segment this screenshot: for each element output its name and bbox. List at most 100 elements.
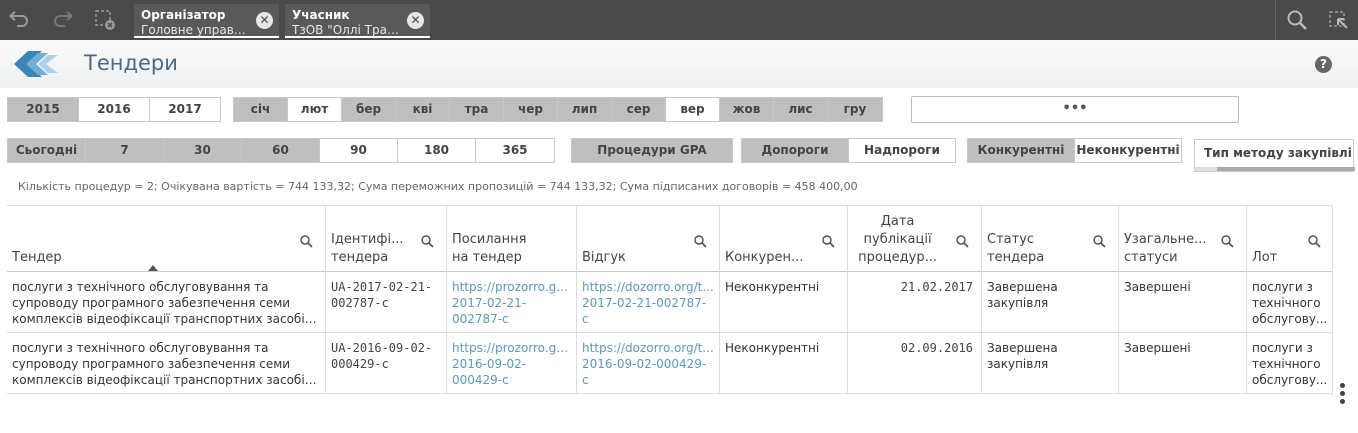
more-options-icon[interactable] <box>1340 383 1346 407</box>
search-icon[interactable] <box>1284 8 1310 32</box>
above-threshold-button[interactable]: Надпороги <box>848 138 956 163</box>
non-competitive-button[interactable]: Неконкурентні <box>1074 138 1182 163</box>
cell-publish-date[interactable]: 21.02.2017 <box>848 272 982 332</box>
month-jan-button[interactable]: січ <box>233 97 288 122</box>
clear-selection-icon[interactable]: ✕ <box>407 12 424 29</box>
below-threshold-button[interactable]: Допороги <box>741 138 849 163</box>
clear-selection-icon[interactable]: ✕ <box>256 12 273 29</box>
app-logo <box>12 47 60 81</box>
header-label: Лот <box>1252 250 1278 265</box>
cell-competitive[interactable]: Неконкурентні <box>720 272 848 332</box>
search-icon[interactable] <box>1220 234 1234 248</box>
period-180-button[interactable]: 180 <box>397 138 476 163</box>
cell-general-status[interactable]: Завершені <box>1119 333 1247 393</box>
help-icon[interactable]: ? <box>1315 56 1332 73</box>
cell-tender-link[interactable]: https://prozorro.go... 2016-09-02- 000429-… <box>447 333 577 393</box>
column-header-tender-status[interactable]: Статус тендера <box>982 206 1119 272</box>
month-filter: січ лют бер кві тра чер лип сер вер жов … <box>233 97 883 122</box>
cell-lot[interactable]: послуги з технічного обслугову... <box>1247 333 1333 393</box>
selection-chip-organizer[interactable]: Організатор Головне управлін... ✕ <box>134 4 279 38</box>
year-2016-button[interactable]: 2016 <box>78 97 150 122</box>
cell-tender-status[interactable]: Завершена закупівля <box>982 272 1119 332</box>
header-label: Конкурен... <box>725 250 804 265</box>
toolbar-divider <box>1275 0 1276 40</box>
procurement-method-label: Тип методу закупівлі <box>1204 146 1352 160</box>
cell-tender-link[interactable]: https://prozorro.go... 2017-02-21- 002787-… <box>447 272 577 332</box>
month-jun-button[interactable]: чер <box>503 97 558 122</box>
search-icon[interactable] <box>299 234 313 248</box>
search-field-button[interactable]: ••• <box>911 96 1239 123</box>
selection-chip-participant[interactable]: Учасник ТзОВ "Оллі Транс" ✕ <box>285 4 430 38</box>
competitive-button[interactable]: Конкурентні <box>967 138 1075 163</box>
cell-tender-status[interactable]: Завершена закупівля <box>982 333 1119 393</box>
table-header: Тендер Ідентифі... тендера Посилання на те… <box>7 205 1333 272</box>
step-back-icon[interactable] <box>6 8 32 32</box>
month-jul-button[interactable]: лип <box>557 97 612 122</box>
clear-all-selections-icon[interactable] <box>93 8 119 32</box>
table-row[interactable]: послуги з технічного обслуговування та су… <box>7 272 1333 333</box>
procurement-method-filter[interactable]: Тип методу закупівлі <box>1194 139 1355 172</box>
sheet-header: Тендери ? <box>0 40 1358 88</box>
column-header-publish-date[interactable]: Дата публікації процедур... <box>848 206 982 272</box>
month-dec-button[interactable]: гру <box>827 97 883 122</box>
period-90-button[interactable]: 90 <box>319 138 398 163</box>
cell-competitive[interactable]: Неконкурентні <box>720 333 848 393</box>
column-header-tender-id[interactable]: Ідентифі... тендера <box>326 206 447 272</box>
selection-field: Організатор <box>141 8 226 22</box>
year-2017-button[interactable]: 2017 <box>149 97 221 122</box>
column-header-review[interactable]: Відгук <box>577 206 720 272</box>
period-60-button[interactable]: 60 <box>241 138 320 163</box>
header-label: тендера <box>987 250 1045 265</box>
cell-tender-id[interactable]: UA-2017-02-21- 002787-c <box>326 272 447 332</box>
selection-value: Головне управлін... <box>141 23 253 37</box>
header-label: Узагальне... <box>1124 232 1207 247</box>
cell-review-link[interactable]: https://dozorro.org/t... 2017-02-21-00278… <box>577 272 720 332</box>
header-label: Відгук <box>582 250 626 265</box>
gpa-filter: Процедури GPA <box>571 138 733 163</box>
column-header-tender[interactable]: Тендер <box>7 206 326 272</box>
month-oct-button[interactable]: жов <box>719 97 774 122</box>
period-30-button[interactable]: 30 <box>163 138 242 163</box>
column-header-tender-link[interactable]: Посилання на тендер <box>447 206 577 272</box>
search-icon[interactable] <box>693 234 707 248</box>
header-label: публікації <box>863 232 932 247</box>
column-header-general-status[interactable]: Узагальне... статуси <box>1119 206 1247 272</box>
cell-tender[interactable]: послуги з технічного обслуговування та су… <box>7 272 326 332</box>
threshold-filter: Допороги Надпороги <box>741 138 956 163</box>
procurement-method-bar <box>1195 167 1355 171</box>
month-feb-button[interactable]: лют <box>287 97 342 122</box>
month-may-button[interactable]: тра <box>449 97 504 122</box>
header-label: Дата <box>880 214 915 229</box>
selection-tool-icon[interactable] <box>1326 8 1352 32</box>
cell-general-status[interactable]: Завершені <box>1119 272 1247 332</box>
table-row[interactable]: послуги з технічного обслуговування та су… <box>7 333 1333 394</box>
cell-lot[interactable]: послуги з технічного обслугову... <box>1247 272 1333 332</box>
month-mar-button[interactable]: бер <box>341 97 396 122</box>
search-icon[interactable] <box>1307 234 1321 248</box>
search-icon[interactable] <box>955 234 969 248</box>
column-header-lot[interactable]: Лот <box>1247 206 1333 272</box>
month-apr-button[interactable]: кві <box>395 97 450 122</box>
header-label: Тендер <box>12 250 62 265</box>
sort-ascending-icon <box>148 265 158 271</box>
period-7-button[interactable]: 7 <box>85 138 164 163</box>
cell-review-link[interactable]: https://dozorro.org/t... 2016-09-02-00042… <box>577 333 720 393</box>
cell-tender-id[interactable]: UA-2016-09-02- 000429-c <box>326 333 447 393</box>
month-aug-button[interactable]: сер <box>611 97 666 122</box>
cell-publish-date[interactable]: 02.09.2016 <box>848 333 982 393</box>
summary-kpi-text: Кількість процедур = 2; Очікувана вартіс… <box>18 180 858 193</box>
year-2015-button[interactable]: 2015 <box>7 97 79 122</box>
month-sep-button[interactable]: вер <box>665 97 720 122</box>
search-icon[interactable] <box>1092 234 1106 248</box>
period-365-button[interactable]: 365 <box>475 138 555 163</box>
period-today-button[interactable]: Сьогодні <box>7 138 86 163</box>
cell-tender[interactable]: послуги з технічного обслуговування та су… <box>7 333 326 393</box>
month-nov-button[interactable]: лис <box>773 97 828 122</box>
search-icon[interactable] <box>821 234 835 248</box>
search-icon[interactable] <box>420 234 434 248</box>
column-header-competitive[interactable]: Конкурен... <box>720 206 848 272</box>
header-label: тендера <box>331 250 389 265</box>
header-label: процедур... <box>858 250 937 265</box>
step-forward-icon[interactable] <box>50 8 76 32</box>
gpa-procedures-button[interactable]: Процедури GPA <box>571 138 733 163</box>
